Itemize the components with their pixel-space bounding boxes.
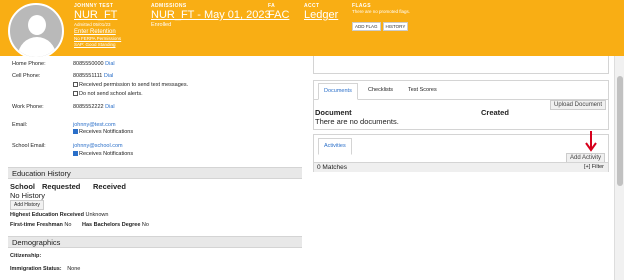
flags-info: FLAGS There are no promoted flags. ADD F… xyxy=(352,3,410,33)
student-header: JOHNNY TEST NUR_FT Admitted 05/01/23 Ent… xyxy=(0,0,624,56)
col-document: Document xyxy=(315,108,352,117)
scrollbar-thumb[interactable] xyxy=(617,76,623,186)
avatar xyxy=(8,3,64,59)
add-flag-button[interactable]: ADD FLAG xyxy=(352,22,381,31)
first-time-freshman-row: First-time Freshman No xyxy=(10,222,71,228)
work-phone-label: Work Phone: xyxy=(12,104,44,110)
cell-phone-label: Cell Phone: xyxy=(12,73,41,79)
fa-info: FA FAC xyxy=(268,3,289,22)
add-history-button[interactable]: Add History xyxy=(10,200,44,210)
col-requested: Requested xyxy=(42,182,81,191)
enrolled-status: Enrolled xyxy=(151,22,172,28)
text-permission-checkbox[interactable] xyxy=(73,82,78,88)
school-email-notify-wrap: Receives Notifications xyxy=(73,151,133,157)
student-program-link[interactable]: NUR_FT xyxy=(74,9,121,22)
immigration-label: Immigration Status: xyxy=(10,266,62,272)
admissions-link[interactable]: NUR_FT - May 01, 2023 xyxy=(151,9,271,22)
first-time-freshman-value: No xyxy=(64,222,72,228)
enter-retention-link[interactable]: Enter Retention xyxy=(74,28,121,36)
school-email-label: School Email: xyxy=(12,143,46,149)
highest-education-label: Highest Education Received xyxy=(10,212,84,218)
page-scrollbar[interactable] xyxy=(614,56,624,280)
tab-test-scores[interactable]: Test Scores xyxy=(408,87,437,93)
dial-work-link[interactable]: Dial xyxy=(105,104,114,110)
home-phone-value: 8085550000 Dial xyxy=(73,61,115,67)
email-link[interactable]: johnny@test.com xyxy=(73,122,116,128)
work-phone-number: 8085552222 xyxy=(73,104,104,110)
school-alerts-checkbox[interactable] xyxy=(73,91,78,97)
fa-link[interactable]: FAC xyxy=(268,9,289,22)
avatar-head-shape xyxy=(28,15,46,35)
home-phone-label: Home Phone: xyxy=(12,61,46,67)
no-documents-text: There are no documents. xyxy=(315,117,399,126)
bachelors-value: No xyxy=(141,222,149,228)
tab-checklists[interactable]: Checklists xyxy=(368,87,393,93)
demographics-heading: Demographics xyxy=(8,236,302,248)
upload-document-button[interactable]: Upload Document xyxy=(550,100,607,110)
activities-status-bar: 0 Matches [+] Filter xyxy=(314,162,608,172)
highest-education-row: Highest Education Received Unknown xyxy=(10,212,108,218)
flags-note: There are no promoted flags. xyxy=(352,9,411,14)
school-email-notify-label: Receives Notifications xyxy=(79,151,134,157)
activities-panel: Activities Add Activity 0 Matches [+] Fi… xyxy=(313,134,609,172)
education-history-heading: Education History xyxy=(8,167,302,179)
email-notify-label: Receives Notifications xyxy=(79,129,134,135)
filter-toggle[interactable]: [+] Filter xyxy=(584,164,604,170)
documents-panel: Documents Checklists Test Scores Upload … xyxy=(313,80,609,130)
cell-phone-number: 8085551111 xyxy=(73,73,103,79)
avatar-body-shape xyxy=(18,37,56,57)
text-permission-label: Received permission to send text message… xyxy=(79,82,189,88)
citizenship-row: Citizenship: xyxy=(10,253,41,259)
school-email-notify-checkbox[interactable] xyxy=(73,151,78,157)
bachelors-row: Has Bachelors Degree No xyxy=(82,222,149,228)
highest-education-value: Unknown xyxy=(85,212,109,218)
matches-count: 0 Matches xyxy=(317,164,347,171)
no-history-text: No History xyxy=(10,191,46,200)
school-alerts-wrap: Do not send school alerts. xyxy=(73,91,143,97)
ledger-link[interactable]: Ledger xyxy=(304,9,338,22)
acct-info: ACCT Ledger xyxy=(304,3,338,22)
red-arrow-annotation xyxy=(585,131,597,152)
notes-box xyxy=(313,56,609,74)
school-email-link[interactable]: johnny@school.com xyxy=(73,143,123,149)
tab-activities[interactable]: Activities xyxy=(318,138,352,155)
email-label: Email: xyxy=(12,122,28,128)
email-notify-checkbox[interactable] xyxy=(73,129,78,135)
col-created: Created xyxy=(481,108,509,117)
col-received: Received xyxy=(93,182,126,191)
bachelors-label: Has Bachelors Degree xyxy=(82,222,141,228)
history-button[interactable]: HISTORY xyxy=(382,22,409,31)
dial-cell-link[interactable]: Dial xyxy=(104,73,113,79)
immigration-row: Immigration Status: None xyxy=(10,266,80,272)
immigration-value: None xyxy=(67,266,81,272)
tab-documents[interactable]: Documents xyxy=(318,83,358,100)
email-notify-wrap: Receives Notifications xyxy=(73,129,133,135)
first-time-freshman-label: First-time Freshman xyxy=(10,222,63,228)
admissions-info: ADMISSIONS NUR_FT - May 01, 2023 Enrolle… xyxy=(151,3,271,28)
col-school: School xyxy=(10,182,36,191)
dial-home-link[interactable]: Dial xyxy=(105,61,114,67)
school-alerts-label: Do not send school alerts. xyxy=(79,91,143,97)
home-phone-number: 8085550000 xyxy=(73,61,104,67)
student-info: JOHNNY TEST NUR_FT Admitted 05/01/23 Ent… xyxy=(74,3,121,48)
work-phone-value: 8085552222 Dial xyxy=(73,104,115,110)
cell-phone-value: 8085551111 Dial xyxy=(73,73,113,79)
citizenship-label: Citizenship: xyxy=(10,253,42,259)
sap-link[interactable]: SAP: Good Standing xyxy=(74,42,121,48)
text-permission-wrap: Received permission to send text message… xyxy=(73,82,188,88)
